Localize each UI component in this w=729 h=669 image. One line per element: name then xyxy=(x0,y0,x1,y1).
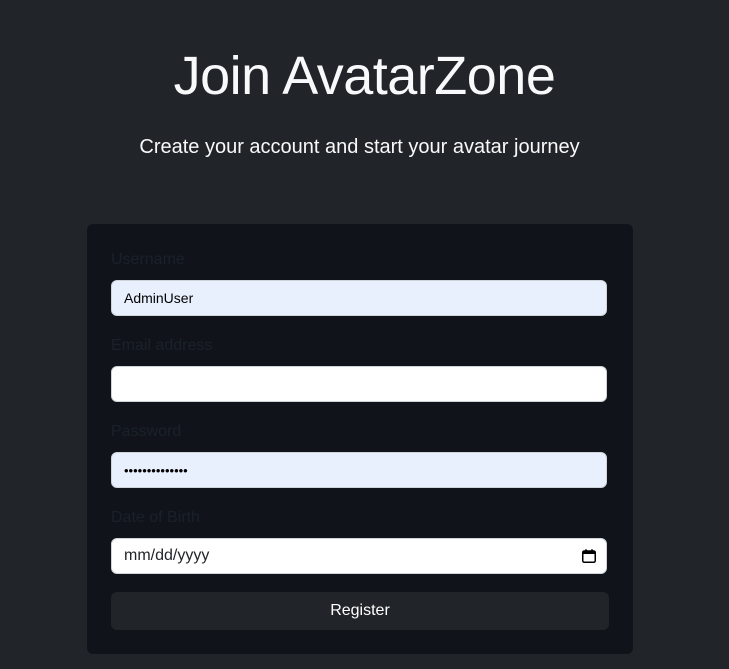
register-button[interactable]: Register xyxy=(111,592,609,630)
username-field[interactable]: AdminUser xyxy=(111,280,607,316)
register-page: Join AvatarZone Create your account and … xyxy=(0,0,729,669)
password-value: •••••••••••••• xyxy=(124,462,188,478)
password-label: Password xyxy=(111,423,182,440)
email-label: Email address xyxy=(111,337,213,354)
username-label: Username xyxy=(111,251,185,268)
dob-placeholder: mm/dd/yyyy xyxy=(124,547,210,564)
calendar-icon[interactable] xyxy=(582,549,596,563)
date-of-birth-field[interactable]: mm/dd/yyyy xyxy=(111,538,607,574)
dob-label: Date of Birth xyxy=(111,509,200,526)
password-field[interactable]: •••••••••••••• xyxy=(111,452,607,488)
username-value: AdminUser xyxy=(124,290,194,306)
page-title: Join AvatarZone xyxy=(173,46,556,106)
email-field[interactable] xyxy=(111,366,607,402)
registration-form: Username AdminUser Email address Passwor… xyxy=(87,224,633,654)
page-subtitle: Create your account and start your avata… xyxy=(139,136,580,158)
